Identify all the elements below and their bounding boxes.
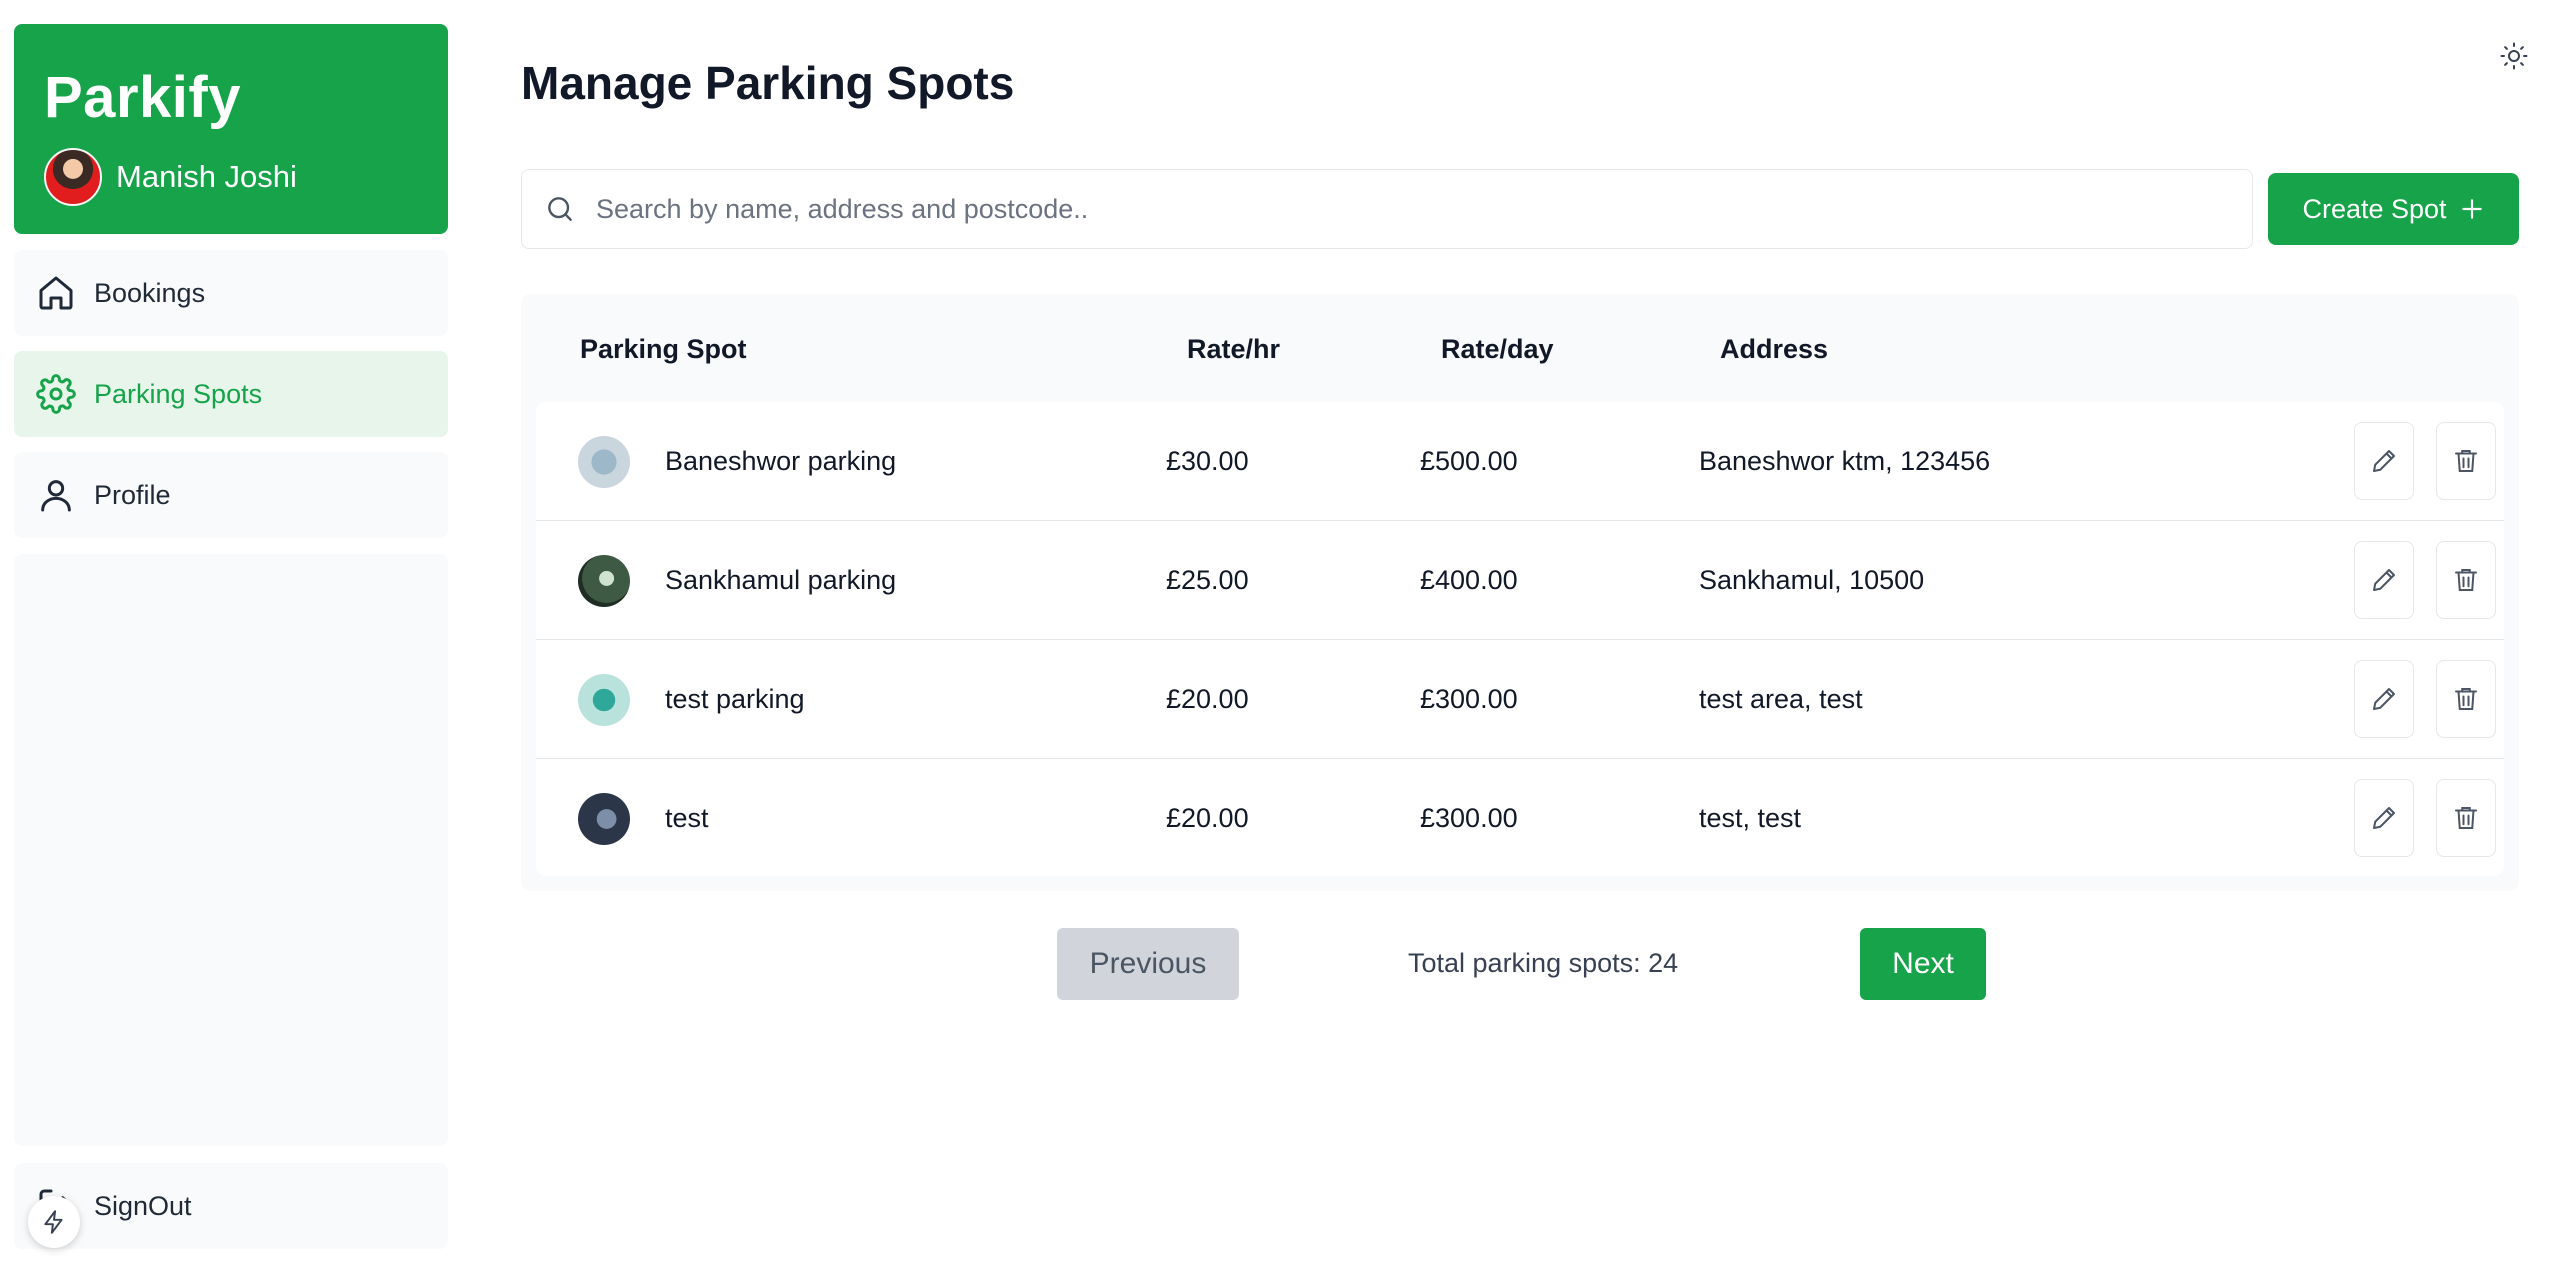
table-row[interactable]: test parking £20.00 £300.00 test area, t… xyxy=(536,640,2504,759)
user-icon xyxy=(41,480,71,512)
sun-icon[interactable] xyxy=(2496,38,2532,74)
spot-address: test, test xyxy=(1699,803,1802,833)
edit-button[interactable] xyxy=(2354,779,2414,857)
next-button[interactable]: Next xyxy=(1860,928,1986,1000)
edit-button[interactable] xyxy=(2354,422,2414,500)
table-body: Baneshwor parking £30.00 £500.00 Baneshw… xyxy=(536,402,2504,876)
sidebar-item-parking-spots[interactable]: Parking Spots xyxy=(14,351,448,437)
spot-thumbnail xyxy=(578,436,630,488)
spot-thumbnail xyxy=(578,793,630,845)
spot-rate-hr: £25.00 xyxy=(1166,565,1249,595)
pencil-icon xyxy=(2373,569,2395,591)
bolt-icon[interactable] xyxy=(28,1196,80,1248)
spot-name: test parking xyxy=(665,684,805,714)
search-input[interactable] xyxy=(596,193,2196,225)
spot-rate-hr: £20.00 xyxy=(1166,803,1249,833)
trash-icon xyxy=(2455,450,2477,472)
avatar[interactable] xyxy=(44,148,102,206)
spot-rate-day: £400.00 xyxy=(1420,565,1518,595)
previous-button[interactable]: Previous xyxy=(1057,928,1239,1000)
sidebar-item-signout[interactable]: SignOut xyxy=(14,1163,448,1249)
brand-panel: Parkify Manish Joshi xyxy=(14,24,448,234)
delete-button[interactable] xyxy=(2436,422,2496,500)
pencil-icon xyxy=(2373,807,2395,829)
table-row[interactable]: Sankhamul parking £25.00 £400.00 Sankham… xyxy=(536,521,2504,640)
edit-button[interactable] xyxy=(2354,541,2414,619)
page-title: Manage Parking Spots xyxy=(521,57,1015,109)
create-spot-button[interactable]: Create Spot xyxy=(2268,173,2519,245)
create-spot-label: Create Spot xyxy=(2302,193,2447,224)
table-row[interactable]: test £20.00 £300.00 test, test xyxy=(536,759,2504,876)
table-header: Parking Spot Rate/hr Rate/day Address xyxy=(521,294,2519,402)
spot-rate-day: £300.00 xyxy=(1420,684,1518,714)
sidebar-item-label: Parking Spots xyxy=(94,378,263,409)
spot-thumbnail xyxy=(578,674,630,726)
column-header-rate-hr: Rate/hr xyxy=(1187,334,1281,364)
spot-thumbnail xyxy=(578,555,630,607)
edit-button[interactable] xyxy=(2354,660,2414,738)
sidebar-spacer xyxy=(14,554,448,1146)
parking-spots-table: Parking Spot Rate/hr Rate/day Address Ba… xyxy=(521,294,2519,891)
spot-address: Baneshwor ktm, 123456 xyxy=(1699,446,1991,476)
column-header-address: Address xyxy=(1720,334,1829,364)
sidebar: Parkify Manish Joshi Bookings Parking Sp… xyxy=(14,24,448,1252)
user-info: Manish Joshi xyxy=(44,148,297,206)
sidebar-item-bookings[interactable]: Bookings xyxy=(14,250,448,336)
pencil-icon xyxy=(2373,450,2395,472)
pencil-icon xyxy=(2373,688,2395,710)
trash-icon xyxy=(2455,569,2477,591)
column-header-rate-day: Rate/day xyxy=(1441,334,1554,364)
plus-icon xyxy=(2461,199,2482,219)
spot-address: Sankhamul, 10500 xyxy=(1699,565,1925,595)
sidebar-item-profile[interactable]: Profile xyxy=(14,452,448,538)
search-bar xyxy=(521,169,2253,249)
sidebar-item-label: Bookings xyxy=(94,277,206,308)
spot-name: Sankhamul parking xyxy=(665,565,897,595)
spot-address: test area, test xyxy=(1699,684,1863,714)
user-name: Manish Joshi xyxy=(116,159,297,194)
trash-icon xyxy=(2455,807,2477,829)
column-header-parking-spot: Parking Spot xyxy=(580,334,747,364)
spot-rate-day: £300.00 xyxy=(1420,803,1518,833)
spot-name: Baneshwor parking xyxy=(665,446,897,476)
trash-icon xyxy=(2455,688,2477,710)
spot-rate-day: £500.00 xyxy=(1420,446,1518,476)
app-title: Parkify xyxy=(44,65,241,130)
sidebar-item-label: SignOut xyxy=(94,1190,192,1221)
home-icon xyxy=(39,276,73,310)
spot-rate-hr: £20.00 xyxy=(1166,684,1249,714)
total-count: Total parking spots: 24 xyxy=(1408,948,1679,978)
spot-rate-hr: £30.00 xyxy=(1166,446,1249,476)
delete-button[interactable] xyxy=(2436,779,2496,857)
sidebar-item-label: Profile xyxy=(94,479,171,510)
gear-icon xyxy=(36,374,76,414)
search-icon xyxy=(548,197,572,221)
delete-button[interactable] xyxy=(2436,660,2496,738)
delete-button[interactable] xyxy=(2436,541,2496,619)
table-row[interactable]: Baneshwor parking £30.00 £500.00 Baneshw… xyxy=(536,402,2504,521)
spot-name: test xyxy=(665,803,709,833)
